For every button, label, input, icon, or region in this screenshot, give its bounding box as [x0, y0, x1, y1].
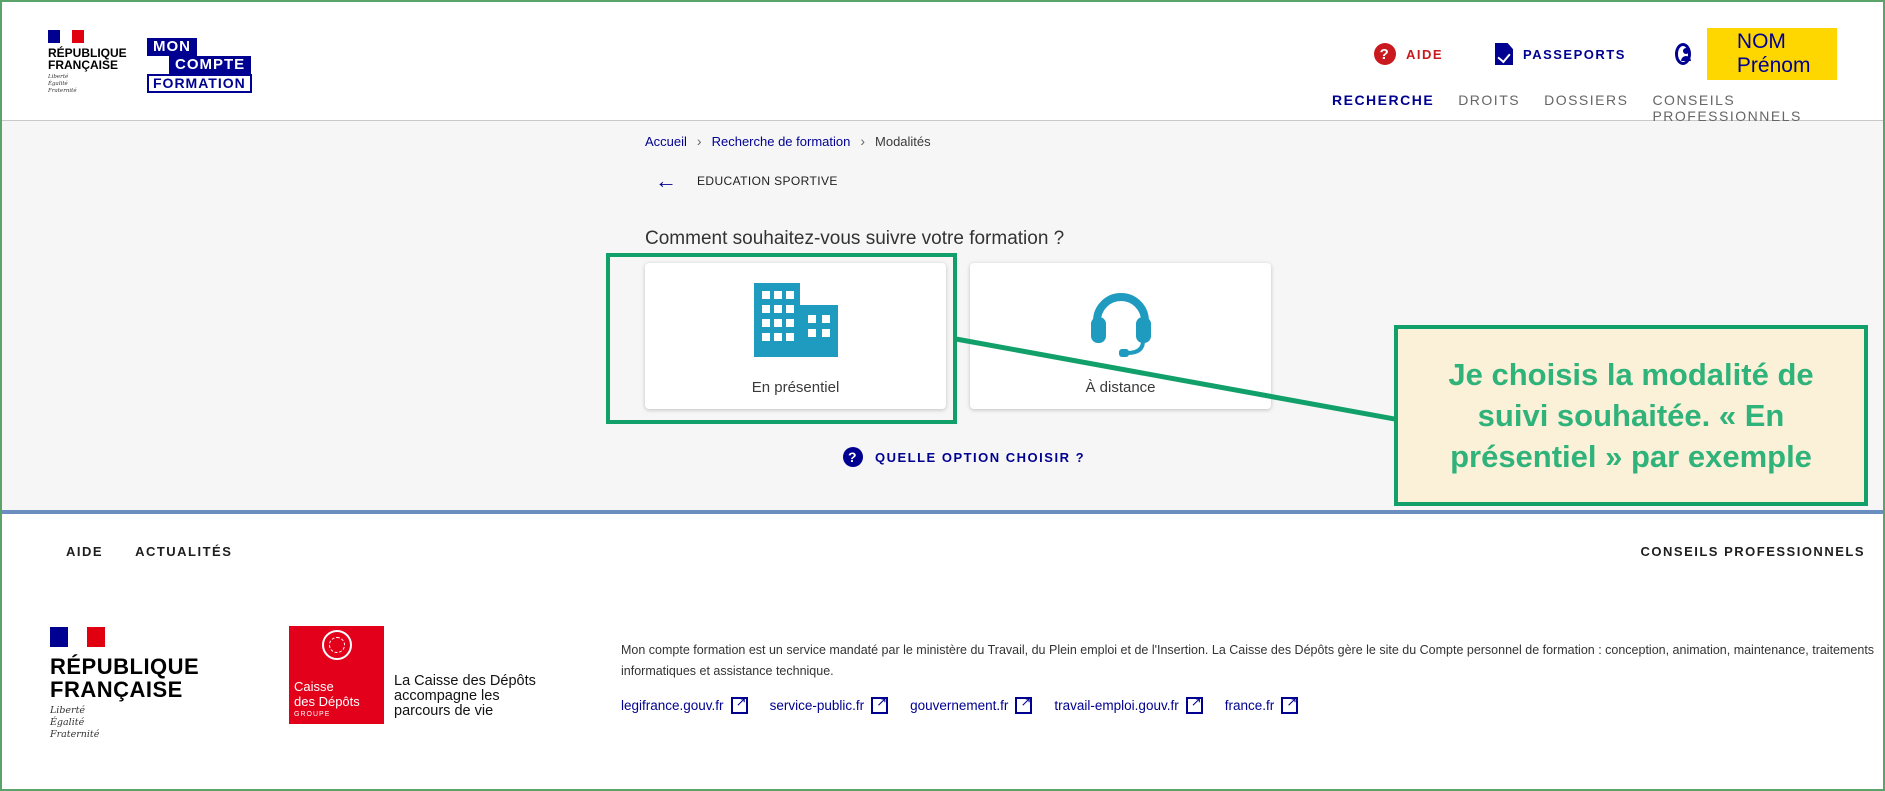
annotation-callout: Je choisis la modalité de suivi souhaité…	[1394, 325, 1868, 506]
